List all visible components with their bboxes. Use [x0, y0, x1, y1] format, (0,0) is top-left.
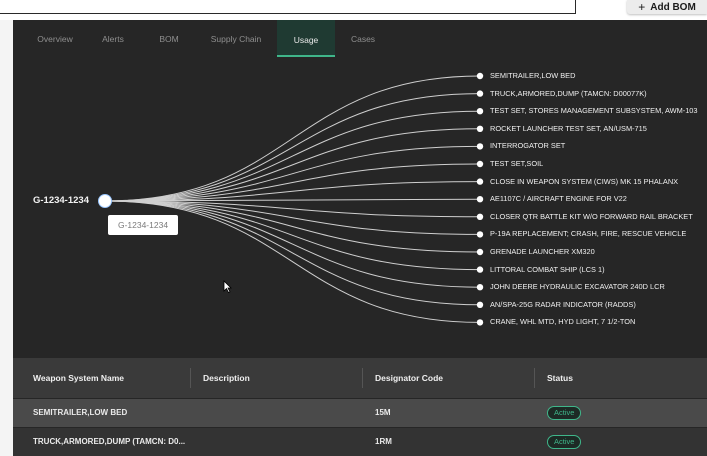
leaf-node-label[interactable]: GRENADE LAUNCHER XM320 — [490, 247, 595, 256]
leaf-node-label[interactable]: LITTORAL COMBAT SHIP (LCS 1) — [490, 265, 605, 274]
leaf-node[interactable] — [476, 72, 484, 80]
leaf-node[interactable] — [476, 178, 484, 185]
leaf-node-label[interactable]: P-19A REPLACEMENT; CRASH, FIRE, RESCUE V… — [490, 229, 686, 238]
cell-designator-code: 15M — [375, 408, 391, 417]
header-description[interactable]: Description — [203, 358, 250, 399]
usage-link — [104, 93, 481, 202]
leaf-node-label[interactable]: ROCKET LAUNCHER TEST SET, AN/USM-715 — [490, 124, 647, 133]
leaf-node-label[interactable]: TEST SET,SOIL — [490, 159, 543, 168]
leaf-node[interactable] — [476, 248, 484, 256]
tab-supply-chain[interactable]: Supply Chain — [205, 20, 267, 55]
header-weapon-system-name[interactable]: Weapon System Name — [33, 358, 124, 399]
cell-weapon-system-name: SEMITRAILER,LOW BED — [33, 408, 128, 417]
leaf-node[interactable] — [476, 301, 484, 308]
leaf-node-label[interactable]: AN/SPA-25G RADAR INDICATOR (RADDS) — [490, 300, 636, 309]
leaf-node-label[interactable]: TEST SET, STORES MANAGEMENT SUBSYSTEM, A… — [490, 106, 698, 115]
usage-link — [104, 200, 481, 271]
table-row[interactable]: SEMITRAILER,LOW BED 15M Active — [13, 399, 707, 427]
cell-designator-code: 1RM — [375, 437, 392, 446]
tab-alerts[interactable]: Alerts — [93, 20, 133, 55]
tab-cases[interactable]: Cases — [343, 20, 383, 55]
leaf-node[interactable] — [476, 143, 484, 150]
leaf-node-label[interactable]: AE1107C / AIRCRAFT ENGINE FOR V22 — [490, 194, 627, 203]
leaf-node[interactable] — [476, 160, 484, 168]
root-node-label: G-1234-1234 — [33, 195, 89, 206]
leaf-node[interactable] — [476, 266, 484, 273]
leaf-node-label[interactable]: CRANE, WHL MTD, HYD LIGHT, 7 1/2-TON — [490, 317, 635, 326]
usage-link — [104, 110, 481, 202]
usage-graph: G-1234-1234 G-1234-1234 SEMITRAILER,LOW … — [13, 58, 707, 358]
tab-usage[interactable]: Usage — [277, 20, 335, 57]
tab-overview[interactable]: Overview — [31, 20, 79, 55]
table-row[interactable]: TRUCK,ARMORED,DUMP (TAMCN: D0... 1RM Act… — [13, 428, 707, 456]
column-divider — [534, 368, 535, 388]
leaf-node[interactable] — [476, 213, 484, 220]
leaf-node-label[interactable]: TRUCK,ARMORED,DUMP (TAMCN: D00077K) — [490, 89, 647, 98]
leaf-node[interactable] — [476, 90, 484, 97]
plus-icon: + — [638, 0, 646, 14]
usage-link — [104, 200, 481, 288]
tab-bom[interactable]: BOM — [154, 20, 184, 55]
add-bom-label: Add BOM — [650, 1, 696, 13]
root-node-tooltip: G-1234-1234 — [108, 215, 178, 235]
leaf-node[interactable] — [476, 231, 484, 238]
leaf-node[interactable] — [476, 125, 484, 132]
status-badge: Active — [547, 435, 582, 449]
mouse-pointer-icon — [223, 280, 232, 293]
weapon-systems-table: Weapon System Name Description Designato… — [13, 358, 707, 456]
usage-graph-canvas — [98, 72, 484, 326]
leaf-node[interactable] — [476, 196, 484, 203]
header-designator-code[interactable]: Designator Code — [375, 358, 443, 399]
root-node[interactable] — [98, 194, 112, 208]
search-field[interactable] — [0, 0, 576, 14]
column-divider — [190, 368, 191, 388]
leaf-node-label[interactable]: INTERROGATOR SET — [490, 141, 565, 150]
column-divider — [362, 368, 363, 388]
header-status[interactable]: Status — [547, 358, 573, 399]
leaf-node[interactable] — [476, 319, 484, 326]
leaf-node-label[interactable]: SEMITRAILER,LOW BED — [490, 71, 575, 80]
leaf-node[interactable] — [476, 108, 484, 115]
leaf-node-label[interactable]: CLOSER QTR BATTLE KIT W/O FORWARD RAIL B… — [490, 212, 693, 221]
table-header: Weapon System Name Description Designato… — [13, 358, 707, 398]
status-badge: Active — [547, 406, 582, 420]
leaf-node-label[interactable]: JOHN DEERE HYDRAULIC EXCAVATOR 240D LCR — [490, 282, 665, 291]
usage-link — [104, 145, 481, 202]
add-bom-button[interactable]: + Add BOM — [627, 0, 707, 14]
leaf-node-label[interactable]: CLOSE IN WEAPON SYSTEM (CIWS) MK 15 PHAL… — [490, 177, 678, 186]
tab-bar: Overview Alerts BOM Supply Chain Usage C… — [13, 20, 707, 58]
cell-weapon-system-name: TRUCK,ARMORED,DUMP (TAMCN: D0... — [33, 437, 186, 446]
leaf-node[interactable] — [476, 284, 484, 291]
